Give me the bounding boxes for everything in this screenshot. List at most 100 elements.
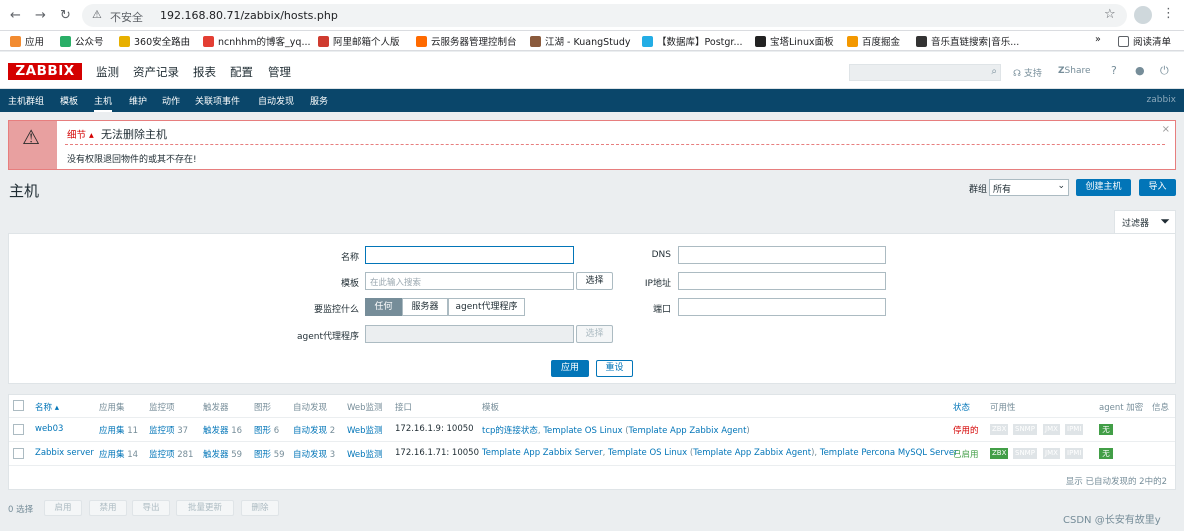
power-icon[interactable]: ⏻ xyxy=(1160,64,1169,78)
applications-link[interactable]: 应用集 xyxy=(99,450,125,460)
delete-button[interactable]: 删除 xyxy=(241,500,279,516)
host-name-link[interactable]: web03 xyxy=(35,424,63,434)
support-link[interactable]: ☊ 支持 xyxy=(1013,66,1042,79)
apply-button[interactable]: 应用 xyxy=(551,360,589,377)
bookmark-item[interactable]: 360安全路由 xyxy=(119,34,190,48)
subnav-correlation[interactable]: 关联项事件 xyxy=(195,94,240,107)
monitored-any-option[interactable]: 任何 xyxy=(365,298,402,316)
web-link[interactable]: Web监测 xyxy=(347,424,383,436)
menu-monitoring[interactable]: 监测 xyxy=(96,64,119,80)
close-icon[interactable]: × xyxy=(1162,124,1170,135)
global-search-input[interactable]: ⌕ xyxy=(849,64,1001,81)
bookmark-item[interactable]: 宝塔Linux面板 xyxy=(755,34,834,48)
help-icon[interactable]: ? xyxy=(1111,64,1117,77)
col-status[interactable]: 状态 xyxy=(953,401,970,413)
subnav-maintenance[interactable]: 维护 xyxy=(129,94,147,107)
template-link[interactable]: Template App Zabbix Agent xyxy=(629,426,747,436)
bookmark-star-icon[interactable]: ☆ xyxy=(1104,7,1116,22)
bookmark-item[interactable]: 云服务器管理控制台 xyxy=(416,34,517,48)
disable-button[interactable]: 禁用 xyxy=(89,500,127,516)
csdn-icon xyxy=(203,36,214,47)
user-icon[interactable]: ● xyxy=(1135,64,1145,77)
export-button[interactable]: 导出 xyxy=(132,500,170,516)
subnav-services[interactable]: 服务 xyxy=(310,94,328,107)
bookmark-item[interactable]: 江湖 - KuangStudy xyxy=(530,34,631,48)
items-link[interactable]: 监控项 xyxy=(149,450,175,460)
enable-button[interactable]: 启用 xyxy=(44,500,82,516)
row-checkbox[interactable] xyxy=(13,424,24,435)
bookmark-item[interactable]: ncnhhm的博客_yq... xyxy=(203,34,311,48)
forward-icon[interactable]: → xyxy=(35,8,46,23)
bookmark-item[interactable]: 音乐直链搜索|音乐... xyxy=(916,34,1019,48)
monitored-server-option[interactable]: 服务器 xyxy=(402,298,448,316)
template-link[interactable]: Template Percona MySQL Server xyxy=(820,448,958,458)
graphs-link[interactable]: 图形 xyxy=(254,450,271,460)
bookmark-item[interactable]: 阿里邮箱个人版 xyxy=(318,34,400,48)
bookmark-item[interactable]: 百度掘金 xyxy=(847,34,900,48)
menu-administration[interactable]: 管理 xyxy=(268,64,291,80)
triggers-link[interactable]: 触发器 xyxy=(203,426,229,436)
alert-details-toggle[interactable]: 细节 ▴ xyxy=(67,127,94,141)
back-icon[interactable]: ← xyxy=(10,8,21,23)
filter-tab[interactable]: 过滤器 ⏷ xyxy=(1114,210,1176,234)
host-name-link[interactable]: Zabbix server xyxy=(35,448,94,458)
address-bar[interactable]: ⚠ 不安全 192.168.80.71/zabbix/hosts.php xyxy=(82,4,1127,27)
bookmark-item[interactable]: 应用 xyxy=(10,34,44,48)
selected-count: 0 选择 xyxy=(8,505,34,515)
warning-icon[interactable]: ⚠ xyxy=(92,8,102,21)
items-link[interactable]: 监控项 xyxy=(149,426,175,436)
template-link[interactable]: tcp的连接状态 xyxy=(482,426,538,436)
port-input[interactable] xyxy=(678,298,886,316)
menu-reports[interactable]: 报表 xyxy=(193,64,216,80)
subnav-host-groups[interactable]: 主机群组 xyxy=(8,94,44,107)
triggers-link[interactable]: 触发器 xyxy=(203,450,229,460)
bookmark-item[interactable]: 【数据库】Postgr... xyxy=(642,34,743,48)
status-toggle[interactable]: 已启用 xyxy=(953,448,979,460)
template-link[interactable]: Template App Zabbix Server xyxy=(482,448,603,458)
bookmarks-more[interactable]: » xyxy=(1095,34,1101,45)
group-select[interactable]: 所有 ⌄ xyxy=(989,179,1069,196)
discovery-link[interactable]: 自动发现 xyxy=(293,450,327,460)
search-icon[interactable]: ⌕ xyxy=(991,66,997,77)
music-icon xyxy=(916,36,927,47)
bookmark-item[interactable]: 公众号 xyxy=(60,34,104,48)
select-all-checkbox[interactable] xyxy=(13,400,24,411)
import-button[interactable]: 导入 xyxy=(1139,179,1176,196)
subnav-actions[interactable]: 动作 xyxy=(162,94,180,107)
share-link[interactable]: ZShare xyxy=(1058,66,1091,76)
browser-menu-icon[interactable]: ⋮ xyxy=(1162,6,1175,21)
subnav-templates[interactable]: 模板 xyxy=(60,94,78,107)
monitored-proxy-option[interactable]: agent代理程序 xyxy=(448,298,525,316)
row-divider xyxy=(9,441,1175,442)
template-link[interactable]: Template OS Linux xyxy=(543,426,622,436)
web-link[interactable]: Web监测 xyxy=(347,448,383,460)
template-link[interactable]: Template OS Linux xyxy=(608,448,687,458)
subnav-discovery[interactable]: 自动发现 xyxy=(258,94,294,107)
profile-avatar[interactable] xyxy=(1134,6,1152,24)
template-search-input[interactable]: 在此输入搜索 xyxy=(365,272,574,290)
menu-inventory[interactable]: 资产记录 xyxy=(133,64,179,80)
menu-configuration[interactable]: 配置 xyxy=(230,64,253,80)
reload-icon[interactable]: ↻ xyxy=(60,8,71,23)
encryption-badge: 无 xyxy=(1099,424,1113,435)
discovery-link[interactable]: 自动发现 xyxy=(293,426,327,436)
name-label: 名称 xyxy=(340,253,359,263)
col-name[interactable]: 名称 ▴ xyxy=(35,401,59,413)
ip-input[interactable] xyxy=(678,272,886,290)
create-host-button[interactable]: 创建主机 xyxy=(1076,179,1131,196)
row-checkbox[interactable] xyxy=(13,448,24,459)
status-toggle[interactable]: 停用的 xyxy=(953,424,979,436)
reset-button[interactable]: 重设 xyxy=(596,360,633,377)
dns-input[interactable] xyxy=(678,246,886,264)
bookmark-item[interactable]: 阅读清单 xyxy=(1118,34,1171,48)
subnav-hosts[interactable]: 主机 xyxy=(94,94,113,112)
zabbix-logo[interactable]: ZABBIX xyxy=(8,63,82,80)
applications-link[interactable]: 应用集 xyxy=(99,426,125,436)
url-text[interactable]: 192.168.80.71/zabbix/hosts.php xyxy=(160,9,338,22)
interface-cell: 172.16.1.71: 10050 xyxy=(395,448,479,458)
template-link[interactable]: Template App Zabbix Agent xyxy=(693,448,811,458)
graphs-link[interactable]: 图形 xyxy=(254,426,271,436)
mass-update-button[interactable]: 批量更新 xyxy=(176,500,234,516)
name-input[interactable] xyxy=(365,246,574,264)
template-select-button[interactable]: 选择 xyxy=(576,272,613,290)
